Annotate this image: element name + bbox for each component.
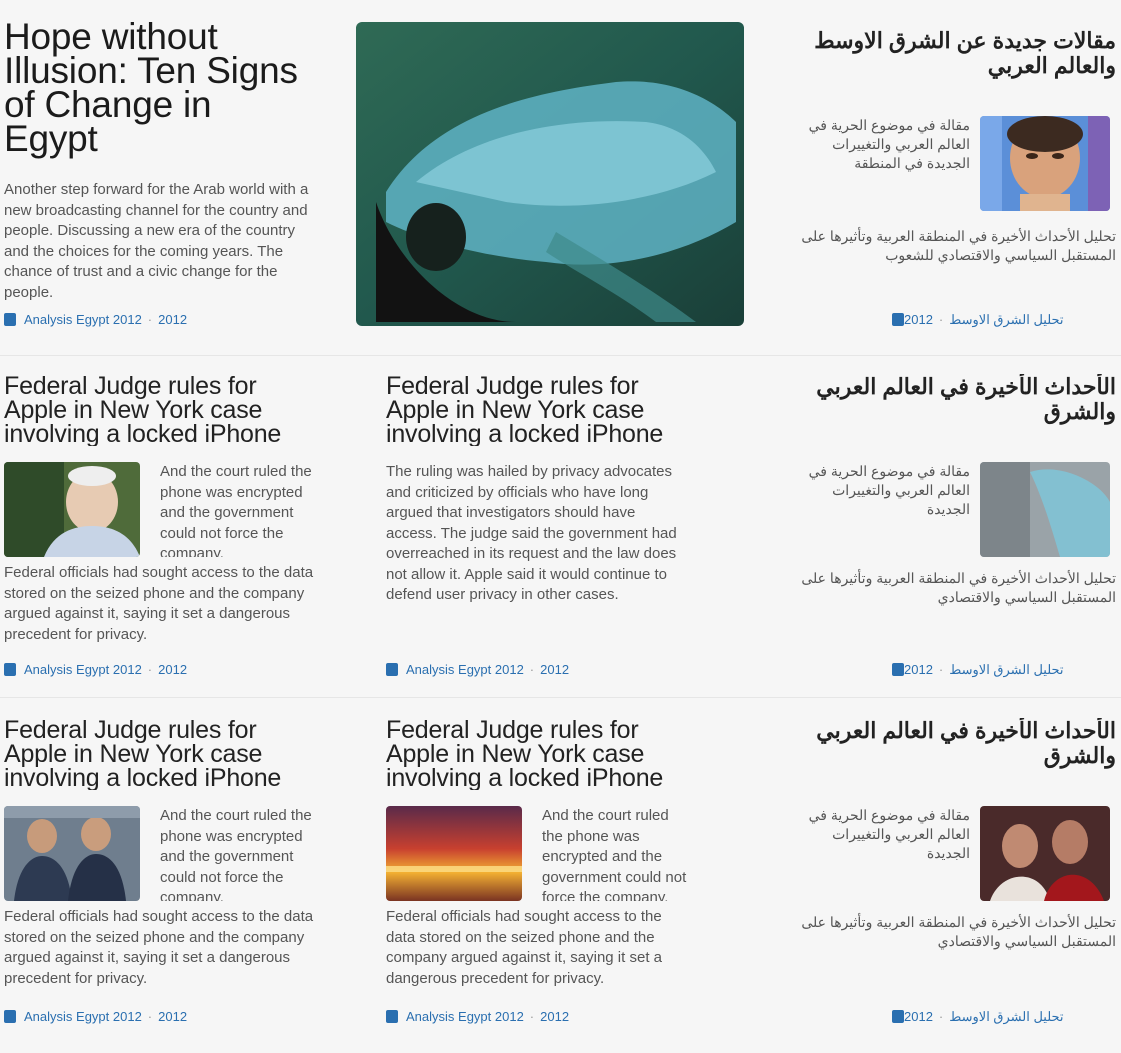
article-icon [4, 663, 16, 676]
card-excerpt: The ruling was hailed by privacy advocat… [386, 463, 677, 603]
article-card[interactable]: Federal Judge rules for Apple in New Yor… [4, 374, 316, 643]
right-top-excerpt: مقالة في موضوع الحرية في العالم العربي و… [808, 117, 970, 171]
card-meta[interactable]: تحليل الشرق الاوسط·2012 [892, 662, 1064, 678]
card-title[interactable]: الأحداث الأخيرة في العالم العربي والشرق [790, 718, 1116, 790]
card-meta[interactable]: Analysis Egypt 2012 · 2012 [4, 662, 187, 677]
right-top-meta[interactable]: تحليل الشرق الاوسط·2012 [892, 312, 1064, 328]
right-top-title[interactable]: مقالات جديدة عن الشرق الاوسط والعالم الع… [790, 28, 1116, 78]
card-excerpt: مقالة في موضوع الحرية في العالم العربي و… [808, 463, 970, 517]
card-excerpt-bottom: تحليل الأحداث الأخيرة في المنطقة العربية… [801, 570, 1116, 605]
card-thumbnail[interactable] [4, 462, 140, 557]
featured-title[interactable]: Hope without Illusion: Ten Signs of Chan… [4, 18, 314, 157]
article-icon [892, 663, 904, 676]
right-top-article[interactable]: مقالات جديدة عن الشرق الاوسط والعالم الع… [790, 28, 1116, 265]
row-divider [0, 355, 1121, 356]
featured-article[interactable]: Hope without Illusion: Ten Signs of Chan… [4, 18, 314, 320]
card-title[interactable]: Federal Judge rules for Apple in New Yor… [4, 374, 316, 446]
article-icon [4, 313, 16, 326]
card-title[interactable]: Federal Judge rules for Apple in New Yor… [386, 718, 690, 790]
article-icon [892, 313, 904, 326]
card-excerpt: And the court ruled the phone was encryp… [160, 463, 312, 557]
card-excerpt-bottom: تحليل الأحداث الأخيرة في المنطقة العربية… [801, 914, 1116, 949]
card-meta[interactable]: Analysis Egypt 2012 · 2012 [386, 662, 569, 677]
card-meta[interactable]: Analysis Egypt 2012 · 2012 [4, 1009, 187, 1024]
article-icon [892, 1010, 904, 1023]
card-meta[interactable]: Analysis Egypt 2012 · 2012 [386, 1009, 569, 1024]
card-title[interactable]: Federal Judge rules for Apple in New Yor… [386, 374, 690, 446]
article-card[interactable]: الأحداث الأخيرة في العالم العربي والشرق … [790, 374, 1116, 607]
article-icon [4, 1010, 16, 1023]
featured-excerpt: Another step forward for the Arab world … [4, 181, 309, 301]
card-thumbnail[interactable] [4, 806, 140, 901]
card-title[interactable]: Federal Judge rules for Apple in New Yor… [4, 718, 316, 790]
card-excerpt-bottom: Federal officials had sought access to t… [386, 908, 662, 987]
article-card[interactable]: الأحداث الأخيرة في العالم العربي والشرق … [790, 718, 1116, 951]
card-excerpt: مقالة في موضوع الحرية في العالم العربي و… [808, 807, 970, 861]
right-top-thumbnail[interactable] [980, 116, 1110, 211]
right-top-excerpt-bottom: تحليل الأحداث الأخيرة في المنطقة العربية… [801, 228, 1116, 263]
card-excerpt-bottom: Federal officials had sought access to t… [4, 564, 314, 643]
card-excerpt-bottom: Federal officials had sought access to t… [4, 908, 314, 987]
article-icon [386, 1010, 398, 1023]
featured-meta[interactable]: Analysis Egypt 2012 · 2012 [4, 312, 187, 327]
row-divider [0, 697, 1121, 698]
featured-image[interactable] [356, 22, 744, 326]
card-thumbnail[interactable] [980, 806, 1110, 901]
article-card[interactable]: Federal Judge rules for Apple in New Yor… [386, 718, 690, 987]
article-card[interactable]: Federal Judge rules for Apple in New Yor… [386, 374, 690, 646]
article-card[interactable]: Federal Judge rules for Apple in New Yor… [4, 718, 316, 987]
card-excerpt: And the court ruled the phone was encryp… [542, 807, 687, 901]
card-title[interactable]: الأحداث الأخيرة في العالم العربي والشرق [790, 374, 1116, 446]
card-thumbnail[interactable] [980, 462, 1110, 557]
card-excerpt: And the court ruled the phone was encryp… [160, 807, 312, 901]
card-meta[interactable]: تحليل الشرق الاوسط·2012 [892, 1009, 1064, 1025]
article-icon [386, 663, 398, 676]
card-thumbnail[interactable] [386, 806, 522, 901]
